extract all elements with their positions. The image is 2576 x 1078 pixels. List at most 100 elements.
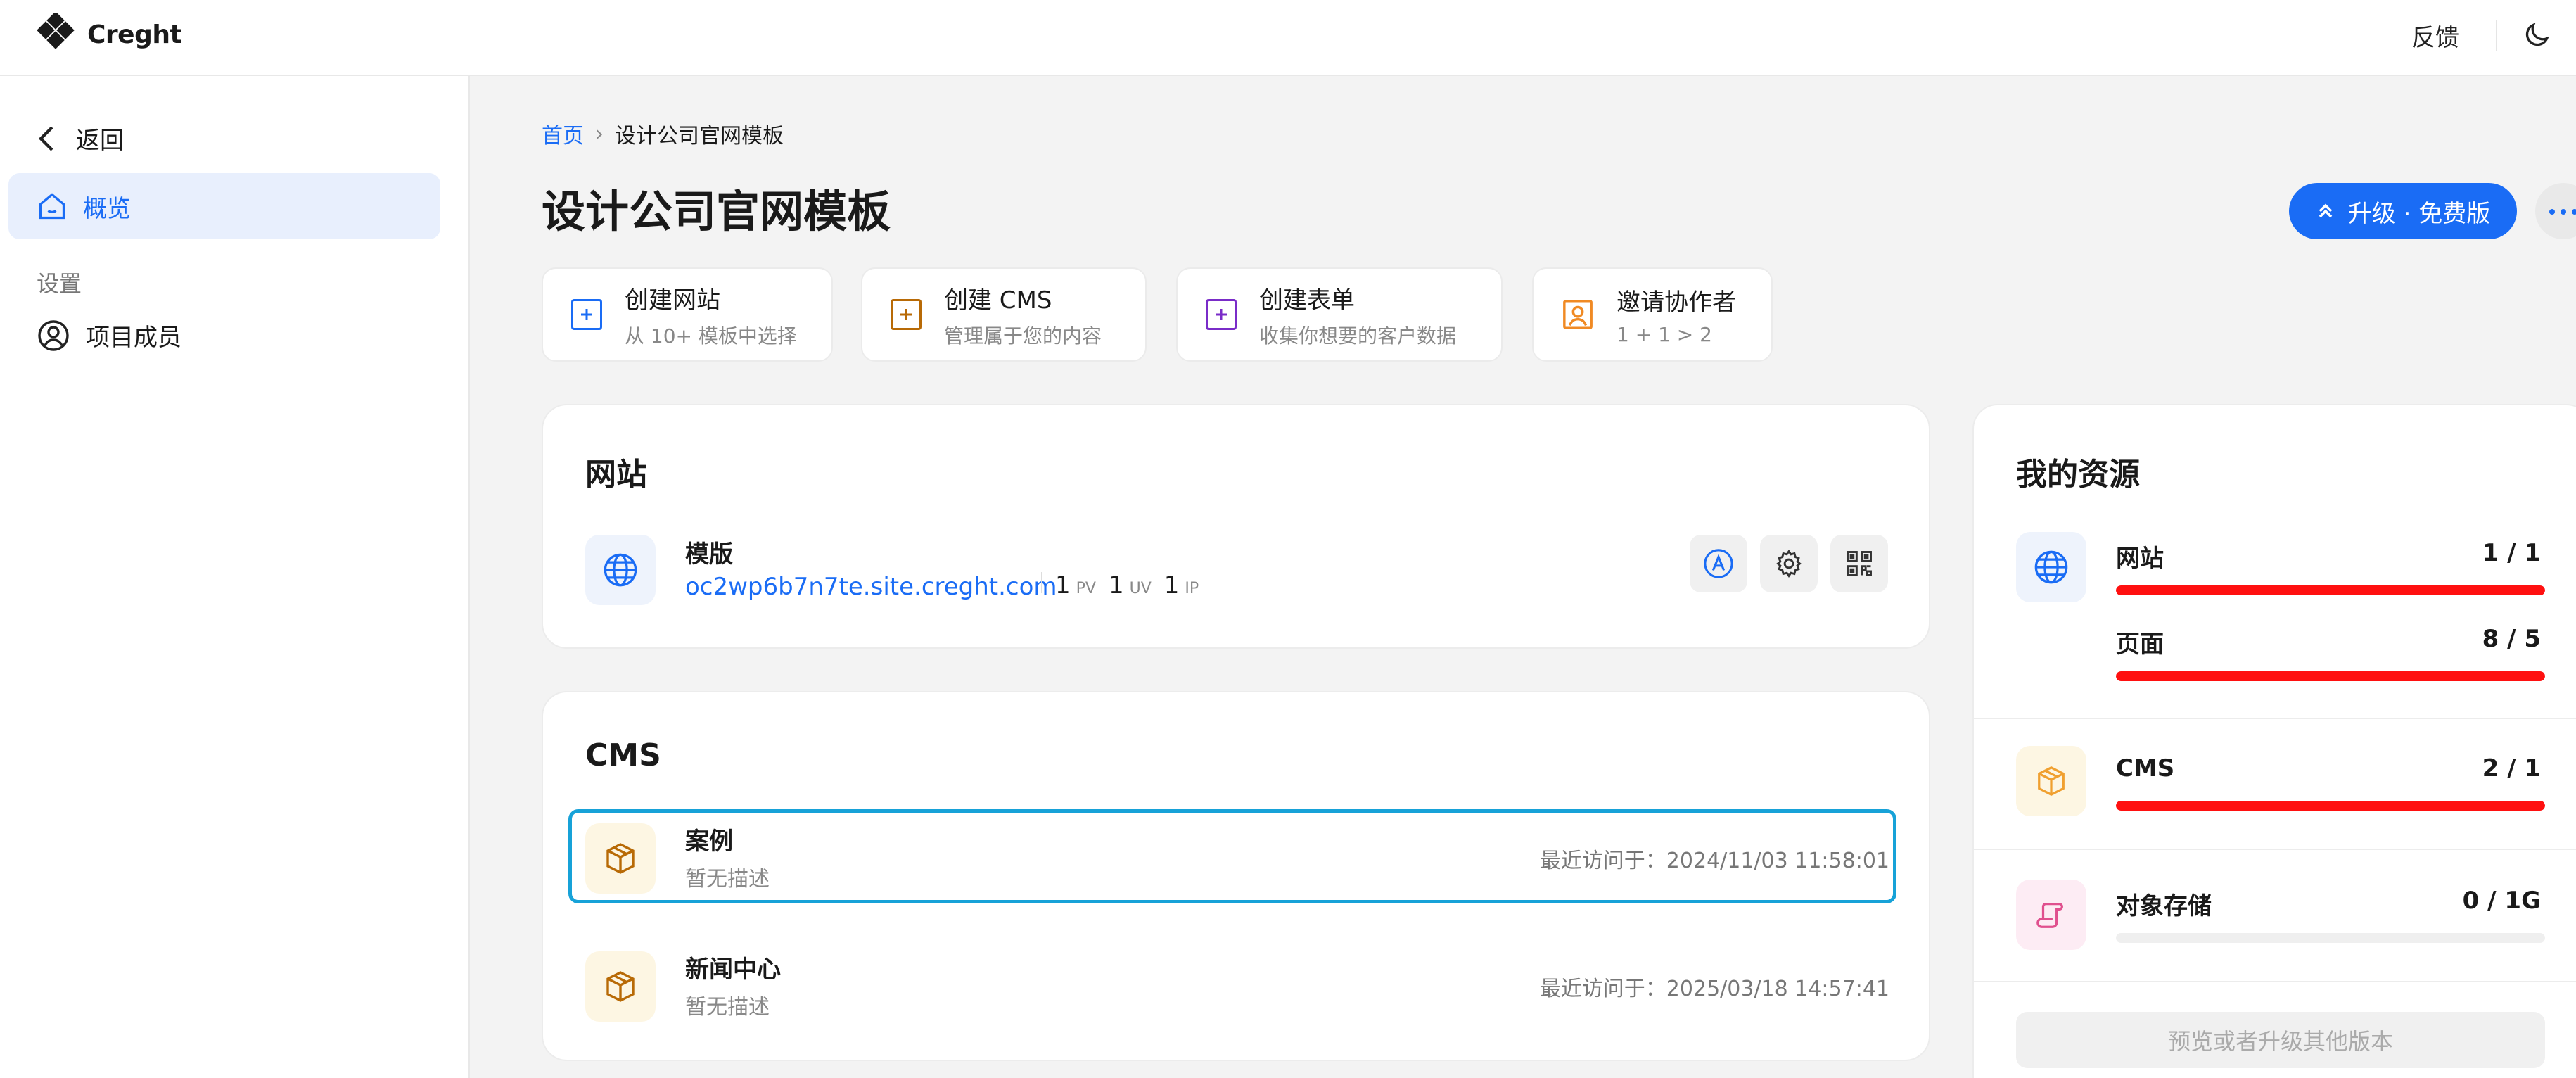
invite-collaborator-button[interactable]: 邀请协作者 1 + 1 > 2 [1532, 267, 1773, 362]
sidebar-item-label: 概览 [83, 194, 131, 223]
storage-scroll-icon [2036, 903, 2063, 928]
stat-uv-unit: UV [1129, 580, 1152, 597]
edit-design-button[interactable] [1690, 535, 1747, 592]
quick-action-title: 创建网站 [625, 286, 720, 315]
gear-icon [1776, 550, 1802, 578]
resource-label: 网站 [2116, 545, 2164, 573]
resource-value: 1 / 1 [2482, 539, 2541, 567]
page-title: 设计公司官网模板 [542, 186, 891, 237]
resource-usage-bar [2116, 671, 2545, 681]
cms-item-icon-box [585, 823, 656, 894]
sidebar-item-members[interactable]: 项目成员 [37, 318, 181, 353]
box-icon [606, 843, 635, 874]
website-card: 网站 模版 oc2wp6b7n7te.site.creght.com 1 PV 1… [542, 404, 1930, 649]
resource-icon-box [2016, 532, 2086, 602]
design-icon [1704, 549, 1733, 578]
back-button[interactable]: 返回 [37, 121, 124, 156]
breadcrumb: 首页 › 设计公司官网模板 [542, 118, 784, 149]
upgrade-button[interactable]: 升级 · 免费版 [2289, 183, 2517, 239]
resource-label: 对象存储 [2116, 892, 2212, 920]
qr-code-button[interactable] [1830, 535, 1888, 592]
plus-square-icon [891, 299, 922, 330]
cms-card: CMS 案例 暂无描述 最近访问于：2024/11/03 11:58:01 新闻… [542, 691, 1930, 1061]
create-website-button[interactable]: 创建网站 从 10+ 模板中选择 [542, 267, 833, 362]
website-card-title: 网站 [585, 457, 647, 493]
resource-usage-fill [2116, 585, 2545, 595]
resource-label: 页面 [2116, 630, 2164, 659]
resource-icon-box [2016, 880, 2086, 950]
resource-icon-box [2016, 746, 2086, 816]
divider [1974, 981, 2576, 982]
sidebar-item-overview[interactable]: 概览 [8, 173, 440, 239]
stat-uv-value: 1 [1108, 571, 1124, 600]
resources-card: 我的资源 网站 1 / 1 页面 8 / 5 CMS 2 / 1 对象存储 0 … [1972, 404, 2576, 1078]
stat-ip-value: 1 [1163, 571, 1180, 600]
resource-value: 2 / 1 [2482, 754, 2541, 782]
resource-usage-bar [2116, 933, 2545, 943]
divider [1974, 718, 2576, 719]
quick-action-subtitle: 从 10+ 模板中选择 [625, 324, 797, 348]
cms-item-name: 新闻中心 [685, 956, 781, 984]
logo[interactable]: Creght [34, 13, 182, 56]
website-url-link[interactable]: oc2wp6b7n7te.site.creght.com [685, 573, 1057, 601]
home-icon [39, 193, 65, 220]
breadcrumb-current: 设计公司官网模板 [615, 124, 784, 148]
cms-item-icon-box [585, 951, 656, 1022]
resource-label: CMS [2116, 754, 2175, 782]
resource-usage-bar [2116, 585, 2545, 595]
moon-icon [2525, 23, 2549, 46]
cms-card-title: CMS [585, 737, 661, 773]
settings-button[interactable] [1760, 535, 1818, 592]
create-form-button[interactable]: 创建表单 收集你想要的客户数据 [1176, 267, 1503, 362]
stat-pv-unit: PV [1076, 580, 1096, 597]
breadcrumb-home-link[interactable]: 首页 [542, 118, 584, 149]
box-icon [606, 971, 635, 1002]
resource-value: 8 / 5 [2482, 625, 2541, 653]
divider [2496, 20, 2497, 51]
cms-item-name: 案例 [685, 827, 733, 856]
stat-ip-unit: IP [1185, 580, 1199, 597]
resources-card-title: 我的资源 [2016, 457, 2140, 493]
quick-action-subtitle: 收集你想要的客户数据 [1259, 324, 1457, 348]
upgrade-label: 升级 · 免费版 [2347, 199, 2491, 228]
more-options-button[interactable] [2535, 183, 2576, 239]
divider [1041, 572, 1042, 593]
top-bar: Creght 反馈 [0, 0, 2576, 76]
quick-action-title: 邀请协作者 [1617, 288, 1736, 317]
user-square-icon [1563, 300, 1593, 329]
resource-usage-fill [2116, 801, 2545, 811]
creght-logo-icon [37, 13, 75, 49]
dot [2549, 209, 2555, 215]
sidebar: 返回 概览 设置 项目成员 [0, 76, 470, 1078]
back-label: 返回 [76, 127, 124, 155]
chevron-left-icon [38, 125, 53, 151]
resource-value: 0 / 1G [2462, 887, 2541, 915]
quick-action-title: 创建 CMS [944, 286, 1052, 315]
app-name: Creght [87, 20, 182, 49]
user-circle-icon [38, 319, 69, 351]
globe-icon [604, 553, 637, 587]
dot [2561, 209, 2566, 215]
cms-item-last-visited: 最近访问于：2025/03/18 14:57:41 [1539, 977, 1889, 1001]
sidebar-item-label: 项目成员 [86, 324, 181, 352]
feedback-link[interactable]: 反馈 [2411, 18, 2459, 53]
plus-square-icon [571, 299, 602, 330]
create-cms-button[interactable]: 创建 CMS 管理属于您的内容 [861, 267, 1147, 362]
cms-item-last-visited: 最近访问于：2024/11/03 11:58:01 [1539, 849, 1889, 873]
divider [1974, 849, 2576, 850]
plus-square-icon [1206, 299, 1237, 330]
website-stats: 1 PV 1 UV 1 IP [1041, 571, 1199, 600]
globe-icon [2034, 550, 2068, 584]
box-icon [2038, 766, 2065, 796]
website-icon-box [585, 535, 656, 605]
chevron-right-icon: › [595, 121, 604, 146]
qr-code-icon [1847, 551, 1872, 576]
quick-action-subtitle: 管理属于您的内容 [944, 324, 1102, 348]
cms-item-desc: 暂无描述 [685, 995, 770, 1020]
sidebar-section-settings: 设置 [37, 270, 82, 297]
double-chevron-up-icon [2319, 203, 2333, 218]
preview-upgrade-button[interactable]: 预览或者升级其他版本 [2016, 1012, 2545, 1068]
cms-item-desc: 暂无描述 [685, 867, 770, 892]
resource-usage-fill [2116, 671, 2545, 681]
theme-toggle-button[interactable] [2521, 20, 2552, 53]
